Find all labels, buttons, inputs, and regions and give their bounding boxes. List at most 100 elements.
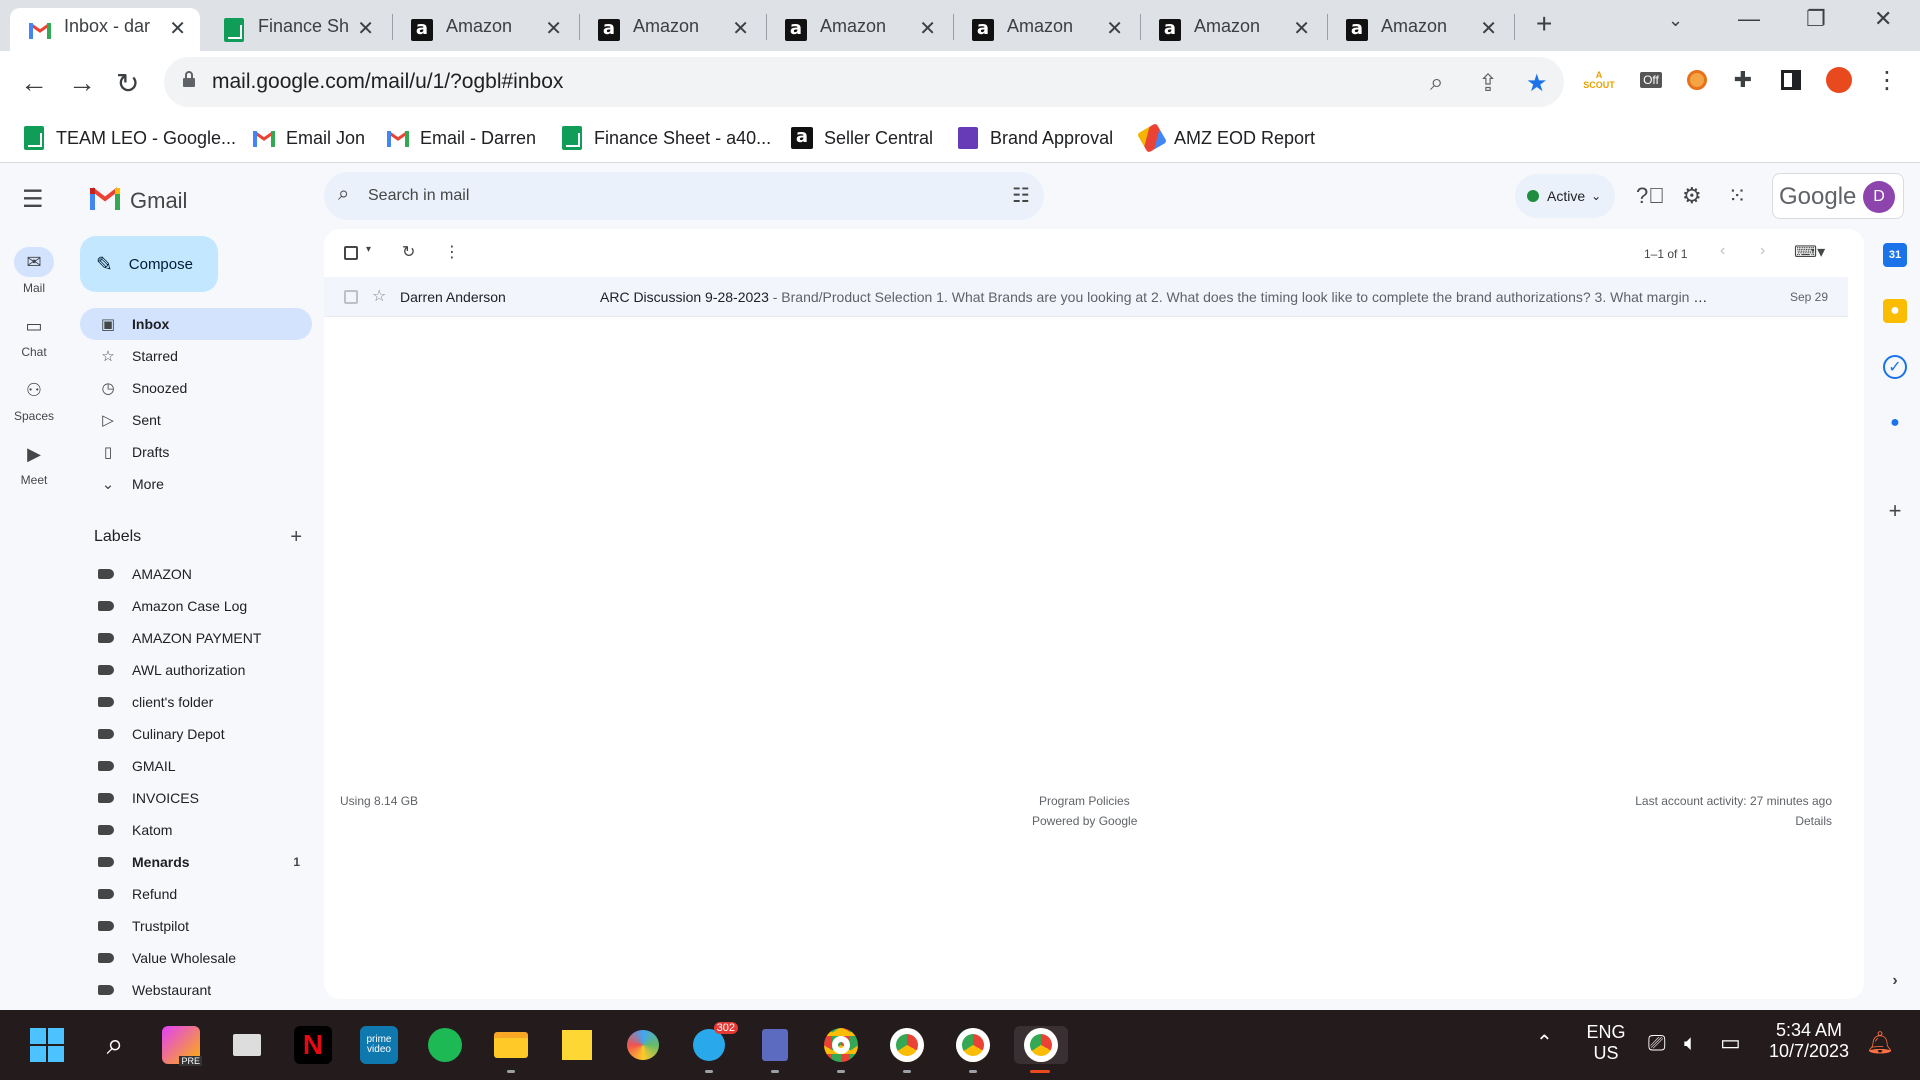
nav-item-sent[interactable]: ▷ Sent	[80, 404, 312, 436]
battery-icon[interactable]: ▭	[1720, 1030, 1741, 1056]
close-icon[interactable]: ✕	[1106, 16, 1123, 41]
close-icon[interactable]: ✕	[545, 16, 562, 41]
label-item[interactable]: Value Wholesale	[80, 942, 312, 974]
close-icon[interactable]: ✕	[169, 16, 186, 41]
label-item[interactable]: Amazon Case Log	[80, 590, 312, 622]
nav-item-starred[interactable]: ☆ Starred	[80, 340, 312, 372]
close-icon[interactable]: ✕	[1293, 16, 1310, 41]
status-dropdown[interactable]: Active ⌄	[1515, 174, 1615, 218]
bookmark-email-darren[interactable]: Email - Darren	[386, 123, 536, 153]
main-menu-icon[interactable]: ☰	[22, 185, 44, 214]
chevron-right-icon[interactable]: ›	[1883, 969, 1907, 993]
star-icon[interactable]: ☆	[372, 286, 386, 306]
extension-off-icon[interactable]: Off	[1636, 65, 1666, 95]
row-checkbox[interactable]	[344, 290, 358, 304]
notification-bell-icon[interactable]: 🔔︎	[1866, 1030, 1894, 1056]
details-link[interactable]: Details	[1795, 814, 1832, 828]
netflix-icon[interactable]: N	[294, 1026, 332, 1064]
bookmark-finance-sheet[interactable]: Finance Sheet - a40...	[560, 123, 771, 153]
label-item[interactable]: Refund	[80, 878, 312, 910]
network-icon[interactable]: ⎚	[1648, 1030, 1666, 1056]
calendar-icon[interactable]: 31	[1883, 243, 1907, 267]
sticky-notes-icon[interactable]	[558, 1026, 596, 1064]
tasks-icon[interactable]: ✓	[1883, 355, 1907, 379]
task-view-icon[interactable]	[228, 1026, 266, 1064]
label-item[interactable]: AWL authorization	[80, 654, 312, 686]
new-tab-icon[interactable]: +	[1536, 8, 1552, 40]
nav-item-snoozed[interactable]: ◷ Snoozed	[80, 372, 312, 404]
apps-grid-icon[interactable]: ⁙	[1728, 183, 1746, 209]
label-item[interactable]: Webstaurant	[80, 974, 312, 1006]
search-input[interactable]: Search in mail	[368, 187, 469, 205]
help-icon[interactable]: ?⃝	[1636, 183, 1665, 209]
label-item[interactable]: Menards 1	[80, 846, 312, 878]
search-icon[interactable]: ⌕	[96, 1026, 134, 1064]
gear-icon[interactable]: ⚙	[1682, 183, 1702, 209]
address-bar[interactable]: mail.google.com/mail/u/1/?ogbl#inbox ⌕ ⇪…	[164, 57, 1564, 107]
calculator-icon[interactable]	[756, 1026, 794, 1064]
keep-icon[interactable]: ●	[1883, 299, 1907, 323]
tab-amazon[interactable]: a Amazon ✕	[579, 8, 763, 51]
bookmark-team-leo[interactable]: TEAM LEO - Google...	[22, 123, 236, 153]
bookmark-brand-approval[interactable]: Brand Approval	[956, 123, 1113, 153]
restore-icon[interactable]: ❐	[1806, 6, 1826, 32]
chrome-icon-active[interactable]	[1014, 1026, 1068, 1064]
select-all-checkbox[interactable]	[344, 246, 358, 260]
close-icon[interactable]: ✕	[357, 16, 374, 41]
bookmark-star-icon[interactable]: ★	[1526, 69, 1548, 98]
bookmark-seller-central[interactable]: a Seller Central	[790, 123, 933, 153]
prime-video-icon[interactable]: prime video	[360, 1026, 398, 1064]
nav-item-inbox[interactable]: ▣ Inbox	[80, 308, 312, 340]
clock[interactable]: 5:34 AM 10/7/2023	[1764, 1020, 1854, 1062]
extension-circle-icon[interactable]	[1682, 65, 1712, 95]
contacts-icon[interactable]: ●	[1883, 411, 1907, 435]
tab-amazon[interactable]: a Amazon ✕	[766, 8, 950, 51]
gmail-logo[interactable]: Gmail	[90, 183, 187, 218]
telegram-icon[interactable]: 302	[690, 1022, 738, 1064]
chrome-icon[interactable]	[822, 1026, 860, 1064]
table-row[interactable]: ☆ Darren Anderson ARC Discussion 9-28-20…	[324, 277, 1848, 317]
tab-gmail-inbox[interactable]: Inbox - dar ✕	[10, 8, 200, 51]
label-item[interactable]: AMAZON PAYMENT	[80, 622, 312, 654]
forward-icon[interactable]: →	[68, 67, 96, 99]
share-icon[interactable]: ⇪	[1478, 69, 1498, 98]
spotify-icon[interactable]	[426, 1026, 464, 1064]
paint-icon[interactable]	[624, 1026, 662, 1064]
chrome-menu-icon[interactable]: ⋮	[1872, 65, 1902, 95]
chevron-right-icon[interactable]: ›	[1760, 242, 1765, 260]
chrome-icon[interactable]	[954, 1026, 992, 1064]
label-item[interactable]: Trustpilot	[80, 910, 312, 942]
side-panel-icon[interactable]	[1776, 65, 1806, 95]
label-item[interactable]: Katom	[80, 814, 312, 846]
tab-amazon[interactable]: a Amazon ✕	[392, 8, 576, 51]
minimize-icon[interactable]: —	[1738, 6, 1760, 32]
search-options-icon[interactable]: ☷	[1012, 183, 1030, 208]
zoom-icon[interactable]: ⌕	[1430, 69, 1443, 97]
label-item[interactable]: client's folder	[80, 686, 312, 718]
refresh-icon[interactable]: ↻	[402, 242, 415, 262]
close-icon[interactable]: ✕	[1480, 16, 1497, 41]
input-tools-icon[interactable]: ⌨▾	[1794, 242, 1825, 262]
rail-item-mail[interactable]: ✉ Mail	[0, 247, 68, 295]
tab-finance-sheet[interactable]: Finance Sh ✕	[204, 8, 388, 51]
bookmark-amz-eod-report[interactable]: AMZ EOD Report	[1136, 122, 1315, 154]
tab-amazon[interactable]: a Amazon ✕	[1140, 8, 1324, 51]
add-label-icon[interactable]: +	[290, 526, 302, 549]
label-item[interactable]: AMAZON	[80, 558, 312, 590]
reload-icon[interactable]: ↻	[116, 67, 139, 100]
tab-search-icon[interactable]: ⌄	[1668, 10, 1683, 31]
label-item[interactable]: Culinary Depot	[80, 718, 312, 750]
more-vert-icon[interactable]: ⋮	[444, 242, 460, 262]
close-icon[interactable]: ✕	[732, 16, 749, 41]
rail-item-chat[interactable]: ▭ Chat	[0, 311, 68, 360]
chevron-down-icon[interactable]: ▾	[366, 244, 371, 255]
close-icon[interactable]: ✕	[919, 16, 936, 41]
extensions-puzzle-icon[interactable]: ✚	[1728, 65, 1758, 95]
rail-item-meet[interactable]: ▶ Meet	[0, 439, 68, 488]
label-item[interactable]: GMAIL	[80, 750, 312, 782]
file-explorer-icon[interactable]	[492, 1026, 530, 1064]
program-policies-link[interactable]: Program Policies	[1039, 794, 1130, 808]
amzscout-extension-icon[interactable]: A SCOUT	[1583, 65, 1615, 95]
nav-item-drafts[interactable]: ▯ Drafts	[80, 436, 312, 468]
rail-item-spaces[interactable]: ⚇ Spaces	[0, 375, 68, 424]
